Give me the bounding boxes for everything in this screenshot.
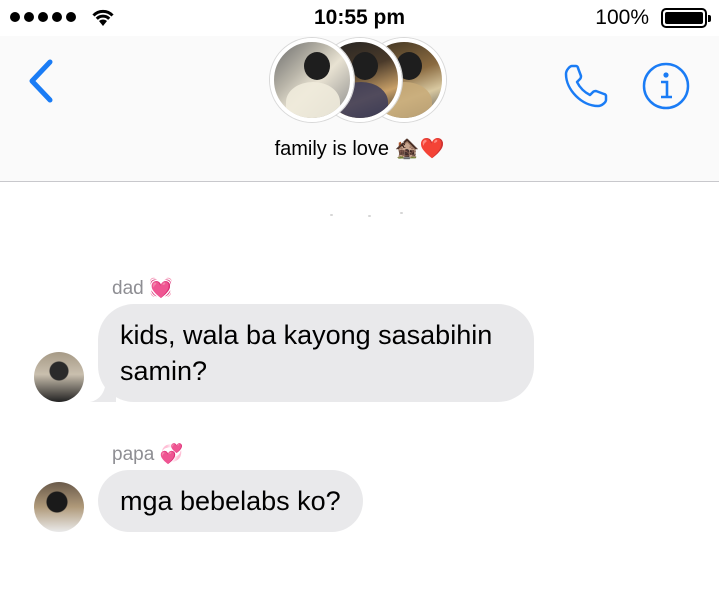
message-text: samin? xyxy=(120,356,208,386)
sender-name: papa 💞 xyxy=(112,444,184,465)
group-avatar-stack[interactable] xyxy=(268,36,458,128)
message-bubble[interactable]: kids, wala ba kayong sasabihin samin? xyxy=(98,304,534,402)
back-chevron-icon[interactable] xyxy=(22,56,62,106)
message-bubble[interactable]: mga bebelabs ko? xyxy=(98,470,363,532)
typing-dots xyxy=(330,212,410,218)
status-bar: 10:55 pm 100% xyxy=(0,0,719,36)
phone-icon[interactable] xyxy=(560,60,612,112)
battery-icon xyxy=(661,8,711,28)
avatar[interactable] xyxy=(34,482,84,532)
conversation-header: family is love 🏚️❤️ xyxy=(0,36,719,182)
avatar xyxy=(270,38,354,122)
message-text: mga bebelabs ko? xyxy=(120,486,341,516)
info-icon[interactable] xyxy=(640,60,692,112)
sender-name: dad 💓 xyxy=(112,278,173,299)
battery-percentage: 100% xyxy=(595,6,649,29)
avatar[interactable] xyxy=(34,352,84,402)
message-text: kids, wala ba kayong sasabihin xyxy=(120,320,493,350)
group-name[interactable]: family is love 🏚️❤️ xyxy=(0,136,719,161)
